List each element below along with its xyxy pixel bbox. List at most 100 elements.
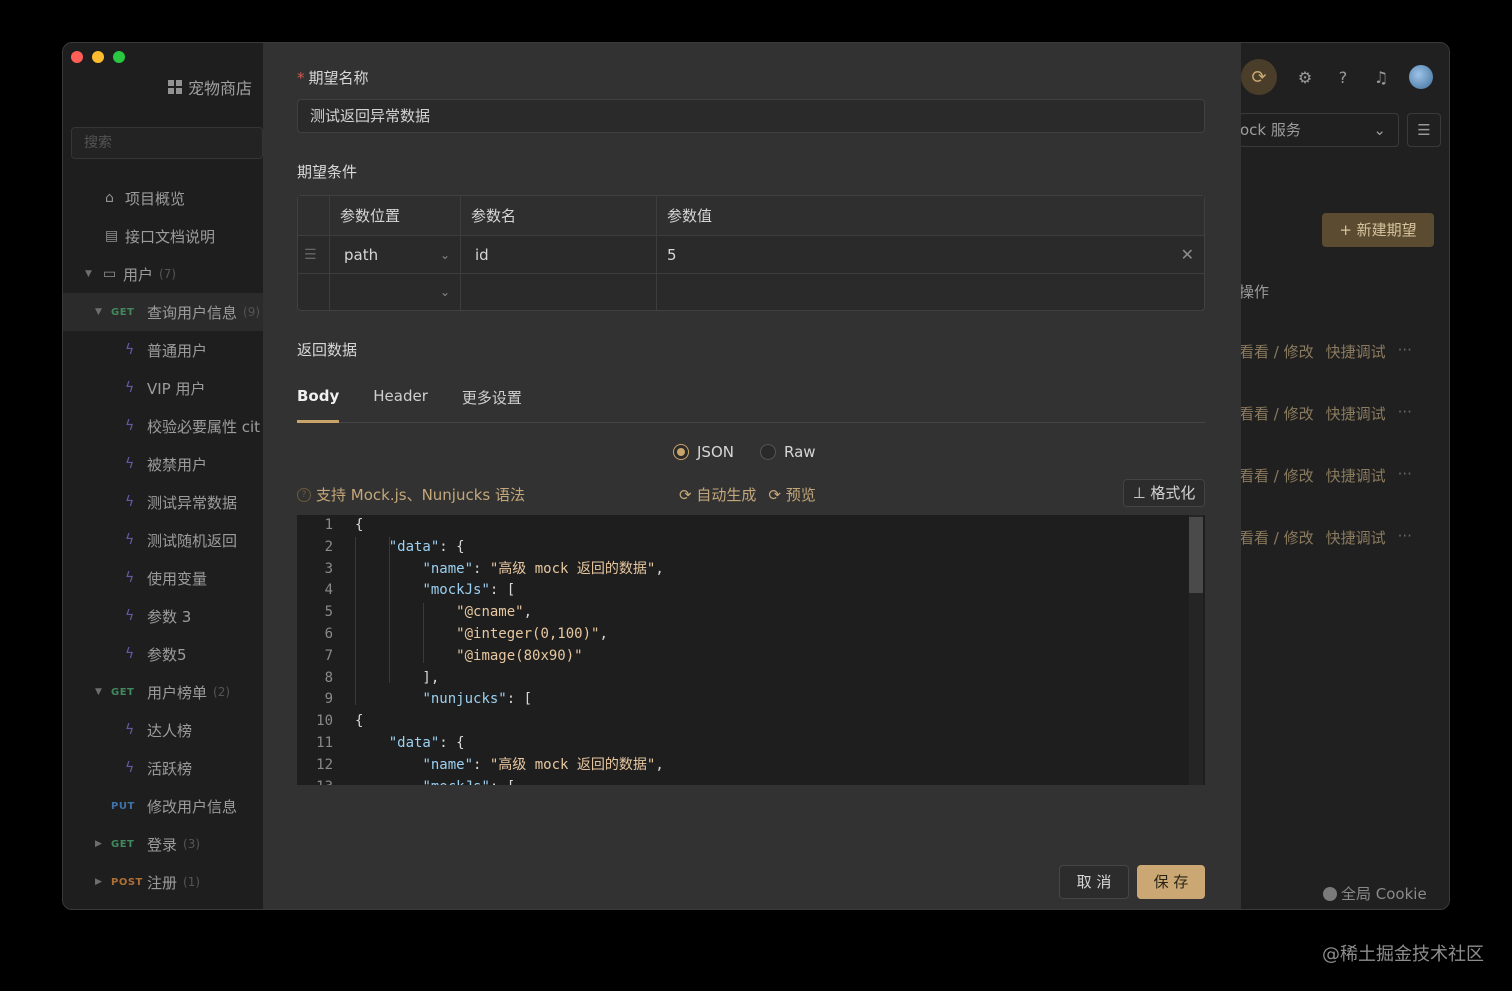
- view-edit-link[interactable]: 看看 / 修改: [1239, 465, 1314, 486]
- sidebar-item-label: 参数 3: [147, 607, 192, 626]
- question-icon: ?: [297, 487, 311, 502]
- code-lines: 1{2 "data": {3 "name": "高级 mock 返回的数据", 4…: [297, 515, 1205, 785]
- auto-generate-link[interactable]: ⟳ 自动生成: [679, 484, 756, 505]
- method-badge: GET: [111, 686, 135, 698]
- cancel-button[interactable]: 取 消: [1059, 865, 1129, 899]
- close-window-button[interactable]: [71, 51, 83, 63]
- sidebar-item-doc[interactable]: ▤ 接口文档说明: [63, 217, 263, 255]
- sidebar-endpoint-query-user[interactable]: ▼ GET 查询用户信息 (9): [63, 293, 263, 331]
- more-icon[interactable]: ···: [1398, 465, 1412, 486]
- save-button[interactable]: 保 存: [1137, 865, 1205, 899]
- tab-more-settings[interactable]: 更多设置: [462, 383, 522, 422]
- bolt-icon: ϟ: [125, 570, 135, 586]
- minimize-window-button[interactable]: [92, 51, 104, 63]
- expectation-name-input[interactable]: 测试返回异常数据: [297, 99, 1205, 133]
- bell-icon[interactable]: ♫: [1371, 68, 1391, 87]
- sidebar-case-item[interactable]: ϟ VIP 用户: [63, 369, 263, 407]
- close-icon[interactable]: ✕: [1181, 245, 1194, 264]
- sync-icon[interactable]: ⟳: [1241, 59, 1277, 95]
- expectation-modal: * 期望名称 测试返回异常数据 期望条件 参数位置 参数名 参数值 ☰ path …: [263, 43, 1241, 909]
- drag-handle-icon[interactable]: ☰: [298, 236, 330, 273]
- sidebar-endpoint-register[interactable]: ▶ POST 注册 (1): [63, 863, 263, 901]
- caret-right-icon[interactable]: ▶: [95, 839, 105, 849]
- indent-guide: [389, 537, 390, 683]
- sidebar-case-item[interactable]: ϟ 校验必要属性 cit: [63, 407, 263, 445]
- bolt-icon: ϟ: [125, 646, 135, 662]
- param-position-select[interactable]: path ⌄: [330, 236, 461, 273]
- code-line: 13 "mockJs": [: [297, 777, 1205, 785]
- sidebar-case-item[interactable]: ϟ 活跃榜: [63, 749, 263, 787]
- sidebar-endpoint-user-ranking[interactable]: ▼ GET 用户榜单 (2): [63, 673, 263, 711]
- conditions-table: 参数位置 参数名 参数值 ☰ path ⌄ id 5 ✕ ⌄: [297, 195, 1205, 311]
- sidebar-item-overview[interactable]: ⌂ 项目概览: [63, 179, 263, 217]
- item-count: (7): [159, 267, 177, 281]
- view-edit-link[interactable]: 看看 / 修改: [1239, 341, 1314, 362]
- tab-body[interactable]: Body: [297, 383, 340, 423]
- project-title[interactable]: 宠物商店: [168, 75, 252, 99]
- quick-debug-link[interactable]: 快捷调试: [1326, 527, 1386, 548]
- gear-icon[interactable]: ⚙: [1295, 68, 1315, 87]
- code-line: 5 "@cname",: [297, 602, 1205, 624]
- caret-right-icon[interactable]: ▶: [95, 877, 105, 887]
- quick-debug-link[interactable]: 快捷调试: [1326, 465, 1386, 486]
- quick-debug-link[interactable]: 快捷调试: [1326, 341, 1386, 362]
- syntax-hint[interactable]: ? 支持 Mock.js、Nunjucks 语法: [297, 484, 525, 505]
- more-icon[interactable]: ···: [1398, 341, 1412, 362]
- sidebar-item-label: 用户榜单: [147, 683, 208, 702]
- code-line: 6 "@integer(0,100)",: [297, 624, 1205, 646]
- global-cookie[interactable]: 全局 Cookie: [1323, 883, 1427, 904]
- quick-debug-link[interactable]: 快捷调试: [1326, 403, 1386, 424]
- name-label: * 期望名称: [297, 67, 369, 88]
- sidebar-folder-users[interactable]: ▼ ▭ 用户 (7): [63, 255, 263, 293]
- sidebar-item-label: 参数5: [147, 645, 187, 664]
- code-text: {: [355, 517, 364, 533]
- radio-json[interactable]: JSON: [673, 443, 734, 461]
- sidebar-case-item[interactable]: ϟ 参数5: [63, 635, 263, 673]
- window-controls: [71, 51, 125, 63]
- format-button[interactable]: ⊥ 格式化: [1123, 479, 1205, 507]
- sidebar-item-label: 项目概览: [125, 189, 186, 208]
- sidebar-case-item[interactable]: ϟ 普通用户: [63, 331, 263, 369]
- caret-down-icon[interactable]: ▼: [85, 269, 95, 279]
- sidebar-case-item[interactable]: ϟ 测试随机返回: [63, 521, 263, 559]
- sidebar-endpoint-update-user[interactable]: PUT 修改用户信息: [63, 787, 263, 825]
- sidebar-item-label: 用户: [123, 265, 154, 284]
- new-expectation-button[interactable]: + 新建期望: [1322, 213, 1434, 247]
- param-value-input[interactable]: [657, 274, 1204, 310]
- more-icon[interactable]: ···: [1398, 403, 1412, 424]
- tab-header[interactable]: Header: [373, 383, 428, 422]
- param-value-text: 5: [667, 245, 677, 264]
- zoom-window-button[interactable]: [113, 51, 125, 63]
- view-edit-link[interactable]: 看看 / 修改: [1239, 403, 1314, 424]
- param-position-select[interactable]: ⌄: [330, 274, 461, 310]
- param-name-input[interactable]: [461, 274, 657, 310]
- avatar[interactable]: [1409, 65, 1433, 89]
- sidebar-case-item[interactable]: ϟ 被禁用户: [63, 445, 263, 483]
- sidebar-endpoint-login[interactable]: ▶ GET 登录 (3): [63, 825, 263, 863]
- list-icon[interactable]: ☰: [1407, 113, 1441, 147]
- radio-label: Raw: [783, 443, 816, 461]
- help-icon[interactable]: ?: [1333, 68, 1353, 87]
- code-editor[interactable]: 1{2 "data": {3 "name": "高级 mock 返回的数据", 4…: [297, 515, 1205, 785]
- indent-guide: [355, 537, 356, 705]
- caret-down-icon[interactable]: ▼: [95, 307, 105, 317]
- bolt-icon: ϟ: [125, 418, 135, 434]
- scrollbar-thumb[interactable]: [1189, 517, 1203, 593]
- more-icon[interactable]: ···: [1398, 527, 1412, 548]
- item-count: (9): [243, 305, 261, 319]
- drag-cell: [298, 274, 330, 310]
- line-number: 3: [324, 560, 333, 577]
- search-input[interactable]: 搜索: [71, 127, 263, 159]
- sidebar-case-item[interactable]: ϟ 参数 3: [63, 597, 263, 635]
- mock-service-select[interactable]: ock 服务 ⌄: [1239, 113, 1399, 147]
- sidebar-case-item[interactable]: ϟ 测试异常数据: [63, 483, 263, 521]
- caret-down-icon[interactable]: ▼: [95, 687, 105, 697]
- op-row: 看看 / 修改 快捷调试 ···: [1239, 465, 1412, 486]
- sidebar-case-item[interactable]: ϟ 使用变量: [63, 559, 263, 597]
- preview-link[interactable]: ⟳ 预览: [768, 484, 815, 505]
- param-name-input[interactable]: id: [461, 236, 657, 273]
- param-value-input[interactable]: 5 ✕: [657, 236, 1204, 273]
- sidebar-case-item[interactable]: ϟ 达人榜: [63, 711, 263, 749]
- view-edit-link[interactable]: 看看 / 修改: [1239, 527, 1314, 548]
- radio-raw[interactable]: Raw: [759, 443, 816, 461]
